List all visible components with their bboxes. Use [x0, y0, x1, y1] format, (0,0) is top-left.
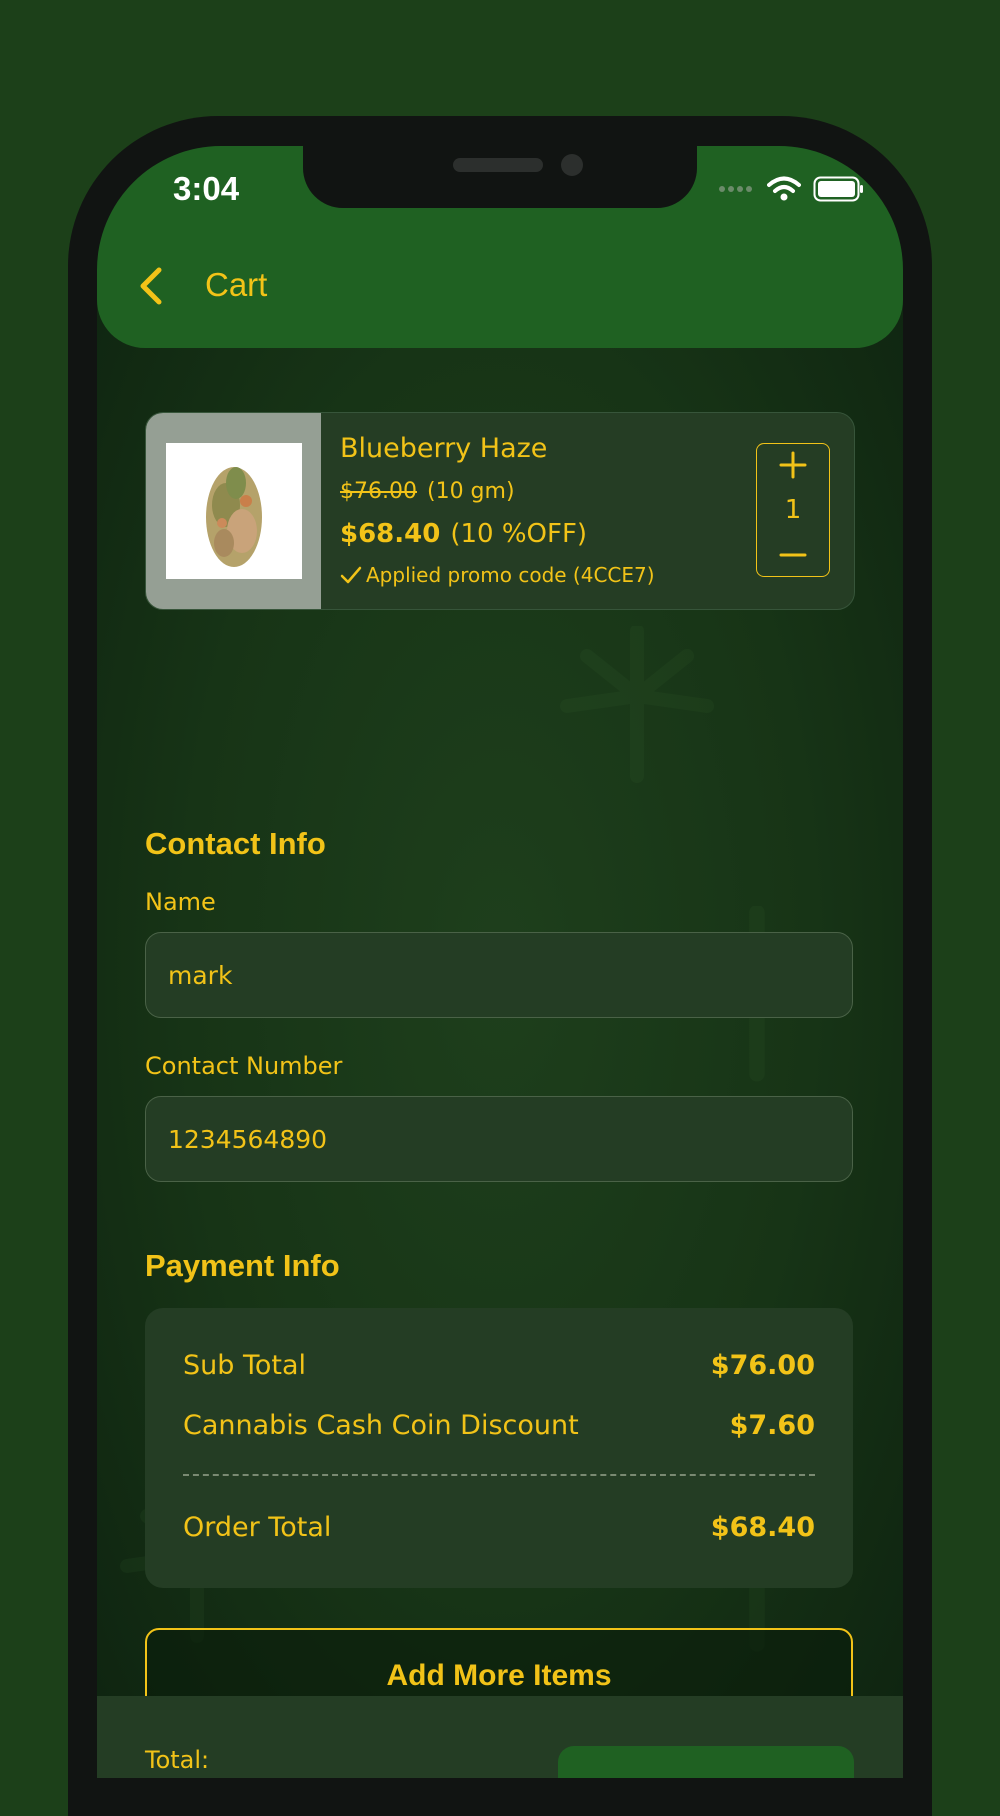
status-time: 3:04	[173, 170, 240, 207]
product-weight: (10 gm)	[426, 479, 515, 504]
discount-value: $7.60	[729, 1410, 815, 1441]
signal-icon	[719, 186, 752, 192]
product-name: Blueberry Haze	[340, 433, 548, 464]
device-notch	[303, 146, 697, 208]
divider	[183, 1474, 815, 1476]
subtotal-row: Sub Total $76.00	[183, 1350, 815, 1381]
total-label: Total:	[145, 1746, 210, 1774]
contact-info-heading: Contact Info	[145, 826, 326, 861]
status-icons	[719, 176, 865, 202]
speaker-grille	[453, 158, 543, 172]
discounted-price: $68.40	[340, 519, 441, 549]
minus-icon[interactable]	[778, 540, 808, 570]
name-label: Name	[145, 888, 216, 916]
cart-item-card: Blueberry Haze $76.00 (10 gm) $68.40 (10 %…	[145, 412, 855, 610]
product-image-frame	[146, 413, 321, 609]
name-field[interactable]: mark	[145, 932, 853, 1018]
contact-number-label: Contact Number	[145, 1052, 343, 1080]
order-total-value: $68.40	[710, 1512, 815, 1543]
payment-info-heading: Payment Info	[145, 1248, 340, 1283]
leaf-decoration	[560, 626, 714, 783]
product-image	[166, 443, 302, 579]
app-screen: 3:04 Cart Blueberry Haze $76.00 (10 gm) …	[97, 146, 903, 1778]
original-price: $76.00	[340, 479, 417, 504]
order-total-row: Order Total $68.40	[183, 1512, 815, 1543]
battery-icon	[813, 176, 863, 202]
checkout-footer: Total:	[97, 1696, 903, 1778]
quantity-stepper: 1	[756, 443, 830, 577]
checkmark-icon	[340, 566, 362, 584]
order-total-label: Order Total	[183, 1512, 332, 1543]
discount-row: Cannabis Cash Coin Discount $7.60	[183, 1410, 815, 1441]
front-camera	[561, 154, 583, 176]
payment-summary: Sub Total $76.00 Cannabis Cash Coin Disc…	[145, 1308, 853, 1588]
subtotal-value: $76.00	[710, 1350, 815, 1381]
discount-label: Cannabis Cash Coin Discount	[183, 1410, 579, 1441]
cannabis-bud-image	[206, 467, 262, 567]
promo-applied: Applied promo code (4CCE7)	[340, 563, 655, 587]
discount-price-row: $68.40 (10 %OFF)	[340, 519, 587, 549]
contact-number-field[interactable]: 1234564890	[145, 1096, 853, 1182]
plus-icon[interactable]	[778, 450, 808, 480]
original-price-row: $76.00 (10 gm)	[340, 479, 515, 504]
discount-percent: (10 %OFF)	[450, 519, 588, 549]
promo-text: Applied promo code (4CCE7)	[366, 563, 655, 587]
subtotal-label: Sub Total	[183, 1350, 307, 1381]
back-arrow-icon[interactable]	[135, 266, 165, 306]
wifi-icon	[767, 176, 801, 201]
checkout-button[interactable]	[558, 1746, 854, 1778]
quantity-value: 1	[784, 495, 802, 525]
page-title: Cart	[205, 266, 268, 303]
app-header: 3:04 Cart	[97, 146, 903, 348]
